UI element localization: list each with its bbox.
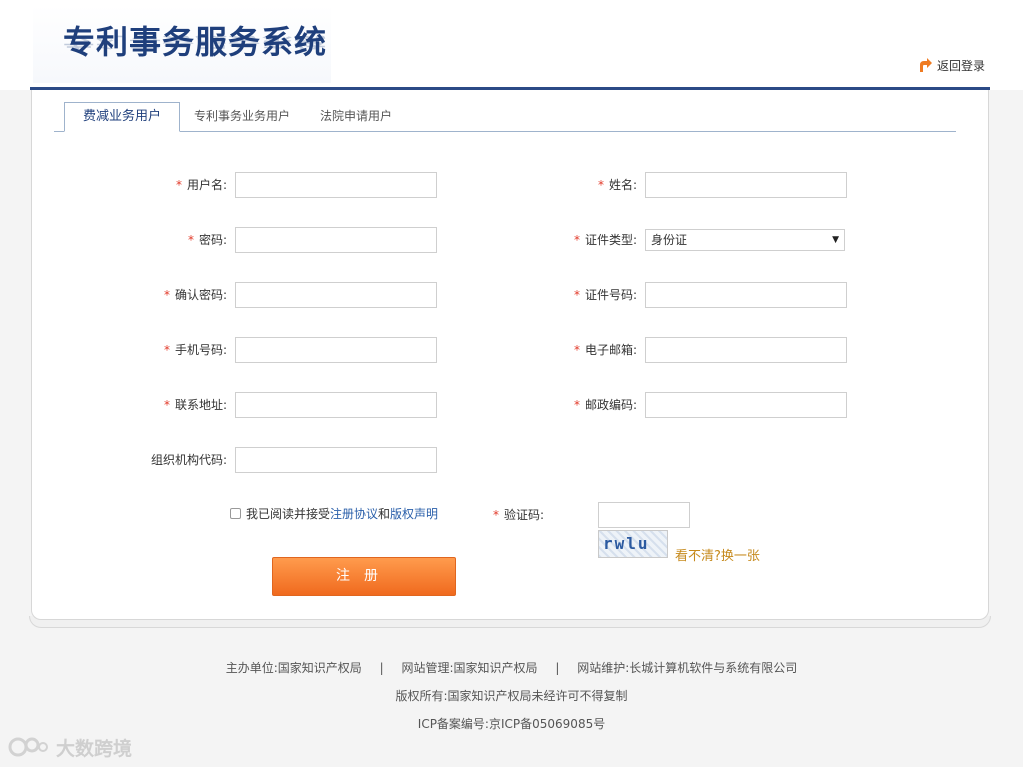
postcode-label: * 邮政编码: [573,398,637,412]
system-logo: 专利事务服务系统 专利事务服务系统 [33,5,331,83]
postcode-input[interactable] [645,392,847,418]
username-label: * 用户名: [175,178,227,192]
id-number-label: * 证件号码: [573,288,637,302]
confirm-password-input[interactable] [235,282,437,308]
footer-separator: | [555,661,560,675]
copyright-statement-link[interactable]: 版权声明 [390,505,438,522]
postcode-row: * 邮政编码: [500,392,850,418]
tab-patent-affairs-user[interactable]: 专利事务业务用户 [194,102,290,132]
footer-copyright: 版权所有:国家知识产权局未经许可不得复制 [395,689,628,703]
fullname-row: * 姓名: [500,172,850,198]
required-mark: * [492,508,499,522]
register-button[interactable]: 注册 [272,557,456,596]
org-code-input[interactable] [235,447,437,473]
required-mark: * [163,288,170,302]
required-mark: * [573,288,580,302]
required-mark: * [573,233,580,247]
captcha-row: * 验证码: [450,502,700,528]
watermark-logo-icon [8,737,48,757]
required-mark: * [187,233,194,247]
fullname-input[interactable] [645,172,847,198]
required-mark: * [163,343,170,357]
required-mark: * [175,178,182,192]
captcha-input[interactable] [598,502,690,528]
back-to-login-label: 返回登录 [937,58,986,73]
id-type-row: * 证件类型: 身份证 ▼ [500,227,850,253]
watermark: 大数跨境 [8,734,132,760]
back-to-login-link[interactable]: 返回登录 [917,56,985,74]
page-header: 专利事务服务系统 专利事务服务系统 返回登录 [0,0,1023,90]
chevron-down-icon: ▼ [832,235,839,245]
password-row: * 密码: [0,227,440,253]
address-row: * 联系地址: [0,392,440,418]
footer-manager: 网站管理:国家知识产权局 [401,661,538,675]
watermark-text: 大数跨境 [56,737,133,760]
required-mark: * [573,343,580,357]
footer-maintainer: 网站维护:长城计算机软件与系统有限公司 [577,661,798,675]
footer-icp: ICP备案编号:京ICP备05069085号 [417,717,606,731]
email-label: * 电子邮箱: [573,343,637,357]
confirm-password-label: * 确认密码: [163,288,227,302]
password-input[interactable] [235,227,437,253]
captcha-label: * 验证码: [492,508,544,522]
footer-sponsor-line: 主办单位:国家知识产权局 | 网站管理:国家知识产权局 | 网站维护:长城计算机… [0,659,1023,676]
required-mark: * [597,178,604,192]
captcha-image[interactable]: rwlu [598,530,668,558]
org-code-label: 组织机构代码: [150,453,227,467]
org-code-row: 组织机构代码: [0,447,440,473]
phone-label: * 手机号码: [163,343,227,357]
id-type-label: * 证件类型: [573,233,637,247]
tab-fee-reduction-user[interactable]: 费减业务用户 [64,102,180,132]
phone-input[interactable] [235,337,437,363]
user-type-tabs: 费减业务用户 专利事务业务用户 法院申请用户 [54,102,956,132]
registration-agreement-link[interactable]: 注册协议 [330,505,378,522]
username-row: * 用户名: [0,172,440,198]
back-arrow-icon [920,58,932,72]
address-input[interactable] [235,392,437,418]
required-mark: * [573,398,580,412]
logo-reflection: 专利事务服务系统 [63,33,328,51]
footer-sponsor: 主办单位:国家知识产权局 [225,661,362,675]
password-label: * 密码: [187,233,227,247]
id-number-row: * 证件号码: [500,282,850,308]
agreement-prefix: 我已阅读并接受 [246,506,331,521]
agreement-conjunction: 和 [378,506,391,521]
tab-court-applicant-user[interactable]: 法院申请用户 [320,102,392,132]
id-number-input[interactable] [645,282,847,308]
required-mark: * [163,398,170,412]
captcha-refresh-link[interactable]: 看不清?换一张 [675,545,760,564]
fullname-label: * 姓名: [597,178,637,192]
id-type-selected-value: 身份证 [651,233,688,247]
id-type-select[interactable]: 身份证 ▼ [645,229,845,251]
email-row: * 电子邮箱: [500,337,850,363]
footer-separator: | [379,661,384,675]
confirm-password-row: * 确认密码: [0,282,440,308]
agreement-checkbox[interactable] [230,507,241,519]
address-label: * 联系地址: [163,398,227,412]
phone-row: * 手机号码: [0,337,440,363]
email-input[interactable] [645,337,847,363]
agreement-row: 我已阅读并接受 注册协议 和 版权声明 [230,504,438,522]
username-input[interactable] [235,172,437,198]
